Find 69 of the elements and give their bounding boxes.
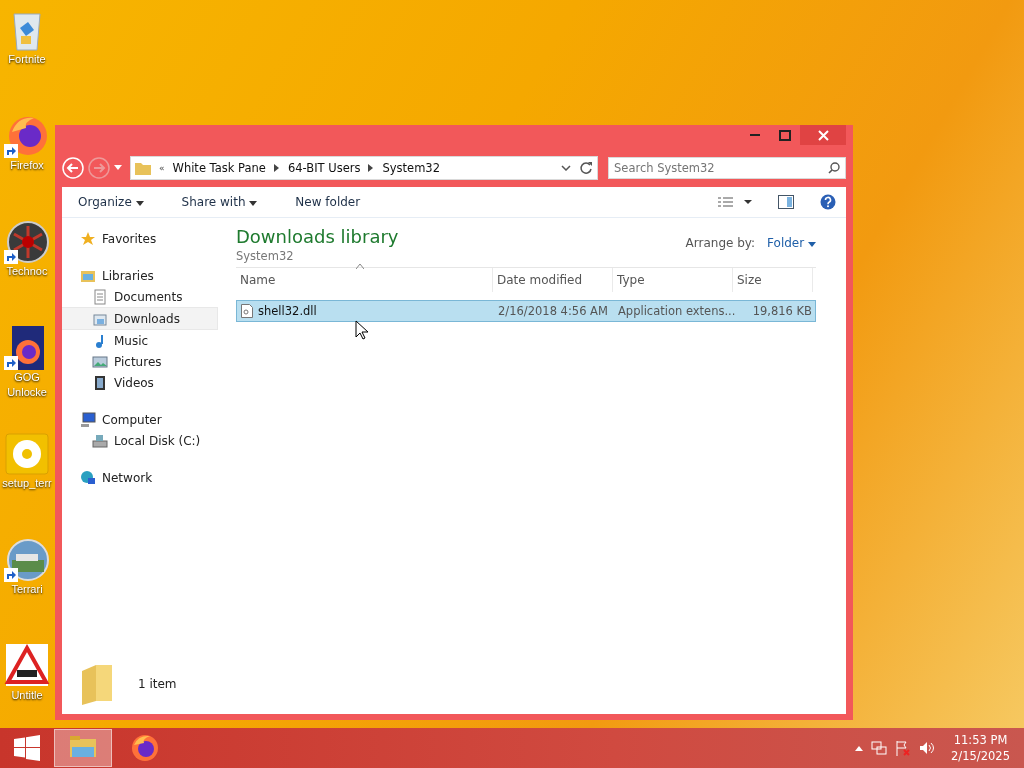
- file-name: shell32.dll: [258, 304, 317, 318]
- navigation-item[interactable]: Pictures: [62, 351, 218, 372]
- maximize-icon: [779, 129, 791, 141]
- arrange-by-dropdown[interactable]: Folder: [767, 236, 816, 250]
- navigation-item[interactable]: Videos: [62, 372, 218, 393]
- caret-icon: [808, 242, 816, 247]
- back-icon: [62, 157, 84, 179]
- navigation-item[interactable]: Local Disk (C:): [62, 430, 218, 451]
- caret-up-icon[interactable]: [855, 745, 864, 751]
- chevron-icon: [368, 164, 375, 172]
- overflow-chevron[interactable]: «: [159, 163, 165, 173]
- navigation-item[interactable]: Computer: [62, 409, 218, 430]
- preview-pane-icon[interactable]: [778, 195, 794, 209]
- clock-time[interactable]: 11:53 PM: [953, 732, 1008, 748]
- minimize-icon: [750, 134, 760, 136]
- file-type: Application extens...: [617, 304, 734, 318]
- forward-icon: [88, 157, 110, 179]
- refresh-icon[interactable]: [579, 161, 593, 175]
- network-icon: [80, 469, 96, 486]
- navigation-item[interactable]: Music: [62, 330, 218, 351]
- navigation-item[interactable]: Favorites: [62, 228, 218, 249]
- item-count: 1 item: [138, 677, 177, 691]
- video-icon: [92, 374, 108, 391]
- toolbar-button[interactable]: New folder: [289, 192, 367, 212]
- volume-icon[interactable]: [919, 740, 936, 756]
- flag-icon[interactable]: [895, 740, 912, 756]
- file-date: 2/16/2018 4:56 AM: [497, 304, 609, 318]
- search-field[interactable]: Search System32: [608, 157, 846, 179]
- file-size: 19,816 KB: [751, 304, 813, 318]
- toolbar-button[interactable]: Organize: [72, 192, 150, 212]
- breadcrumb-item[interactable]: White Task Pane: [172, 161, 266, 175]
- view-options-icon[interactable]: [718, 196, 752, 208]
- navigation-item[interactable]: Network: [62, 467, 218, 488]
- library-subtitle: System32: [236, 249, 295, 263]
- column-header[interactable]: Name: [236, 268, 493, 292]
- column-header[interactable]: Date modified: [493, 268, 613, 292]
- search-icon: [828, 162, 840, 174]
- column-header[interactable]: Type: [613, 268, 733, 292]
- library-title: Downloads library: [236, 226, 399, 247]
- firefox-icon: [130, 733, 160, 763]
- navigation-item[interactable]: Libraries: [62, 265, 218, 286]
- navigation-item[interactable]: Documents: [62, 286, 218, 307]
- chevron-icon: [273, 164, 280, 172]
- back-button[interactable]: [62, 157, 84, 179]
- folder-icon: [135, 161, 151, 175]
- disk-icon: [92, 432, 108, 449]
- windows-logo-icon: [14, 735, 40, 761]
- file-row[interactable]: shell32.dll 2/16/2018 4:56 AM Application extens... 19,816 KB: [236, 300, 816, 322]
- document-icon: [92, 288, 108, 305]
- arrange-by-label: Arrange by:: [685, 236, 756, 250]
- help-icon[interactable]: [820, 194, 836, 210]
- close-icon: [817, 129, 829, 141]
- star-icon: [80, 230, 96, 247]
- navigation-item[interactable]: Downloads: [62, 307, 218, 330]
- warning-sign-icon[interactable]: [4, 642, 50, 688]
- toolbar-button[interactable]: Share with: [175, 192, 264, 212]
- close-button[interactable]: [800, 125, 846, 145]
- computer-icon: [80, 411, 96, 428]
- breadcrumb-item[interactable]: System32: [382, 161, 440, 175]
- file-icon: [241, 304, 253, 318]
- address-bar[interactable]: « White Task Pane 64-BIT Users System32: [130, 156, 598, 180]
- breadcrumb-item[interactable]: 64-BIT Users: [287, 161, 361, 175]
- mouse-cursor-icon: [355, 320, 369, 340]
- dropdown-chevron-icon[interactable]: [561, 165, 571, 171]
- column-header[interactable]: Size: [733, 268, 813, 292]
- clock-date[interactable]: 2/15/2025: [951, 748, 1010, 764]
- network-icon[interactable]: [871, 740, 888, 756]
- picture-icon: [92, 353, 108, 370]
- caret-icon[interactable]: [114, 165, 122, 171]
